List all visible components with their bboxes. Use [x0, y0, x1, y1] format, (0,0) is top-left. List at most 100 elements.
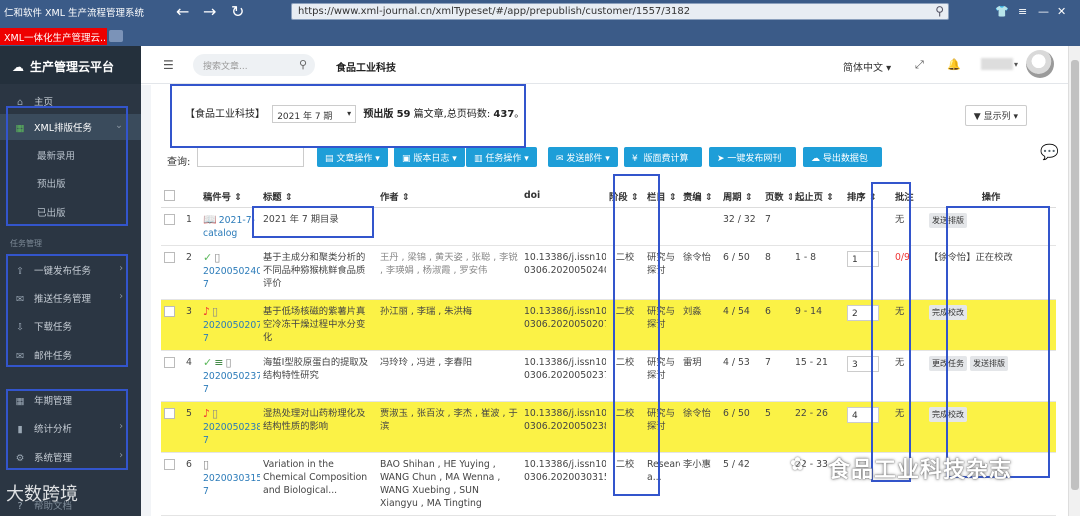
sidebar-item-mail-task[interactable]: ✉ 邮件任务	[0, 342, 141, 368]
fullscreen-icon[interactable]: ⤢	[915, 58, 924, 72]
row-select-checkbox[interactable]	[164, 407, 175, 419]
bell-icon[interactable]: 🔔	[947, 58, 961, 71]
version-log-button[interactable]: ▣ 版本日志 ▾	[394, 147, 465, 167]
sidebar-item-issue-admin[interactable]: ▦ 年期管理	[0, 387, 141, 413]
sort-input[interactable]: 4	[847, 406, 879, 423]
menu-toggle-icon[interactable]: ☰	[163, 58, 174, 72]
row-select-checkbox[interactable]	[164, 213, 175, 225]
sidebar-item-xml-typeset[interactable]: ▦ XML排版任务 ⌄	[0, 114, 141, 140]
row-id[interactable]: ✓ ≡ ▯ 2020050237-7	[200, 350, 260, 401]
article-id-link[interactable]: 2020050238-7	[203, 422, 260, 446]
row-note[interactable]: 0/9	[892, 245, 926, 299]
row-id[interactable]: ♪ ▯ 2020050238-7	[200, 401, 260, 452]
display-columns-button[interactable]: ▼ 显示列 ▾	[964, 105, 1027, 126]
col-header-range[interactable]: 起止页 ⇕	[792, 185, 844, 208]
sort-input[interactable]: 1	[847, 250, 879, 267]
username-blurred[interactable]	[981, 58, 1013, 70]
row-checkbox[interactable]	[161, 452, 183, 515]
row-title[interactable]: Variation in the Chemical Composition an…	[260, 452, 377, 515]
col-header-id[interactable]: 稿件号 ⇕	[200, 185, 260, 208]
sidebar-item-publish-task[interactable]: ⇪ 一键发布任务 ›	[0, 257, 141, 283]
refresh-icon[interactable]: ↻	[231, 3, 244, 21]
article-id-link[interactable]: 2020050207-7	[203, 320, 260, 344]
sidebar-subitem-prepublish[interactable]: 预出版	[0, 176, 141, 190]
sidebar-subitem-published[interactable]: 已出版	[0, 205, 141, 219]
search-icon[interactable]: ⚲	[935, 4, 944, 18]
row-id[interactable]: ✓ ▯ 2020050240-7	[200, 245, 260, 299]
publish-web-button[interactable]: ➤ 一键发布网刊	[709, 147, 796, 167]
complete-proof-button[interactable]: 完成校改	[929, 406, 967, 422]
sidebar-item-system[interactable]: ⚙ 系统管理 ›	[0, 444, 141, 470]
export-package-button[interactable]: ☁ 导出数据包	[803, 147, 882, 167]
browser-tab[interactable]: XML一体化生产管理云...	[0, 28, 107, 45]
col-header-column[interactable]: 栏目 ⇕	[644, 185, 680, 208]
row-id[interactable]: ▯ 2020030315-7	[200, 452, 260, 515]
col-header-doi[interactable]: doi	[521, 185, 606, 208]
col-header-note[interactable]: 批注	[892, 185, 926, 208]
avatar[interactable]	[1026, 50, 1054, 78]
send-mail-button[interactable]: ✉ 发送邮件 ▾	[548, 147, 618, 167]
close-icon[interactable]: ✕	[1057, 5, 1066, 18]
row-checkbox[interactable]	[161, 299, 183, 350]
row-id[interactable]: 📖 2021-7-catalog	[200, 207, 260, 245]
minimize-icon[interactable]: —	[1038, 5, 1049, 18]
send-typeset-button[interactable]: 发送排版	[970, 355, 1008, 371]
shirt-icon[interactable]: 👕	[995, 5, 1009, 18]
sidebar-subitem-latest[interactable]: 最新录用	[0, 148, 141, 162]
sort-input[interactable]: 3	[847, 355, 879, 372]
article-id-link[interactable]: 2020050240-7	[203, 266, 260, 290]
col-header-editor[interactable]: 责编 ⇕	[680, 185, 720, 208]
page-scrollbar[interactable]	[1068, 46, 1080, 516]
sidebar-item-push-task[interactable]: ✉ 推送任务管理 ›	[0, 285, 141, 311]
row-checkbox[interactable]	[161, 350, 183, 401]
col-header-cycle[interactable]: 周期 ⇕	[720, 185, 762, 208]
select-all-checkbox[interactable]	[164, 190, 175, 202]
sidebar-item-download-task[interactable]: ⇩ 下载任务	[0, 313, 141, 339]
row-sort[interactable]: 1	[844, 245, 892, 299]
row-title[interactable]: 基于主成分和聚类分析的不同品种猕猴桃鲜食品质评价	[260, 245, 377, 299]
row-title[interactable]: 基于低场核磁的紫薯片真空冷冻干燥过程中水分变化	[260, 299, 377, 350]
col-header-stage[interactable]: 阶段 ⇕	[606, 185, 644, 208]
forward-icon[interactable]: →	[203, 3, 216, 21]
col-header-pages[interactable]: 页数 ⇕	[762, 185, 792, 208]
row-select-checkbox[interactable]	[164, 356, 175, 368]
scrollbar-thumb[interactable]	[1071, 60, 1079, 490]
row-checkbox[interactable]	[161, 401, 183, 452]
row-select-checkbox[interactable]	[164, 251, 175, 263]
task-ops-button[interactable]: ▥ 任务操作 ▾	[466, 147, 537, 167]
change-task-button[interactable]: 更改任务	[929, 355, 967, 371]
col-header-author[interactable]: 作者 ⇕	[377, 185, 521, 208]
row-title[interactable]: 湿热处理对山药粉理化及结构性质的影响	[260, 401, 377, 452]
col-header-sort[interactable]: 排序 ⇕	[844, 185, 892, 208]
wechat-icon[interactable]: 💬	[1040, 143, 1059, 161]
row-title[interactable]: 2021 年 7 期目录	[260, 207, 377, 245]
new-tab-button[interactable]	[109, 30, 123, 42]
article-ops-button[interactable]: ▤ 文章操作 ▾	[317, 147, 388, 167]
row-select-checkbox[interactable]	[164, 305, 175, 317]
row-id[interactable]: ♪ ▯ 2020050207-7	[200, 299, 260, 350]
chevron-down-icon[interactable]: ▾	[1014, 60, 1018, 69]
search-input[interactable]: 搜索文章... ⚲	[193, 54, 315, 76]
search-icon[interactable]: ⚲	[299, 58, 307, 71]
sort-input[interactable]: 2	[847, 304, 879, 321]
send-typeset-button[interactable]: 发送排版	[929, 212, 967, 228]
col-header-title[interactable]: 标题 ⇕	[260, 185, 377, 208]
row-sort[interactable]: 2	[844, 299, 892, 350]
header-checkbox[interactable]	[161, 185, 183, 208]
sidebar-item-home[interactable]: ⌂ 主页	[0, 88, 141, 114]
page-fee-button[interactable]: ¥ 版面费计算	[624, 147, 702, 167]
query-input[interactable]	[197, 147, 304, 167]
sidebar-item-statistics[interactable]: ▮ 统计分析 ›	[0, 415, 141, 441]
language-select[interactable]: 简体中文 ▾	[843, 59, 891, 74]
back-icon[interactable]: ←	[176, 3, 189, 21]
row-sort[interactable]: 3	[844, 350, 892, 401]
row-checkbox[interactable]	[161, 245, 183, 299]
row-title[interactable]: 海蜇Ⅰ型胶原蛋白的提取及结构特性研究	[260, 350, 377, 401]
address-bar[interactable]: https://www.xml-journal.cn/xmlTypeset/#/…	[291, 3, 949, 20]
row-checkbox[interactable]	[161, 207, 183, 245]
row-sort[interactable]: 4	[844, 401, 892, 452]
issue-select[interactable]: 2021 年 7 期 ▾	[272, 105, 357, 123]
menu-icon[interactable]: ≡	[1018, 5, 1027, 18]
article-id-link[interactable]: 2020050237-7	[203, 371, 260, 395]
row-select-checkbox[interactable]	[164, 458, 175, 470]
